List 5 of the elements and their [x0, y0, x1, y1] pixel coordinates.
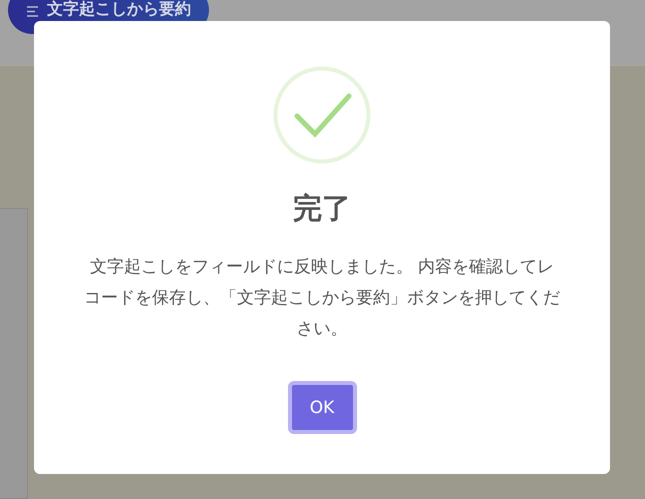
ok-button[interactable]: OK [288, 381, 356, 434]
menu-icon [26, 6, 39, 17]
success-check-icon [273, 66, 371, 164]
dialog-message: 文字起こしをフィールドに反映しました。 内容を確認してレコードを保存し、「文字起こしから要約」ボタンを押してください。 [83, 256, 561, 341]
dialog-title: 完了 [293, 190, 351, 226]
